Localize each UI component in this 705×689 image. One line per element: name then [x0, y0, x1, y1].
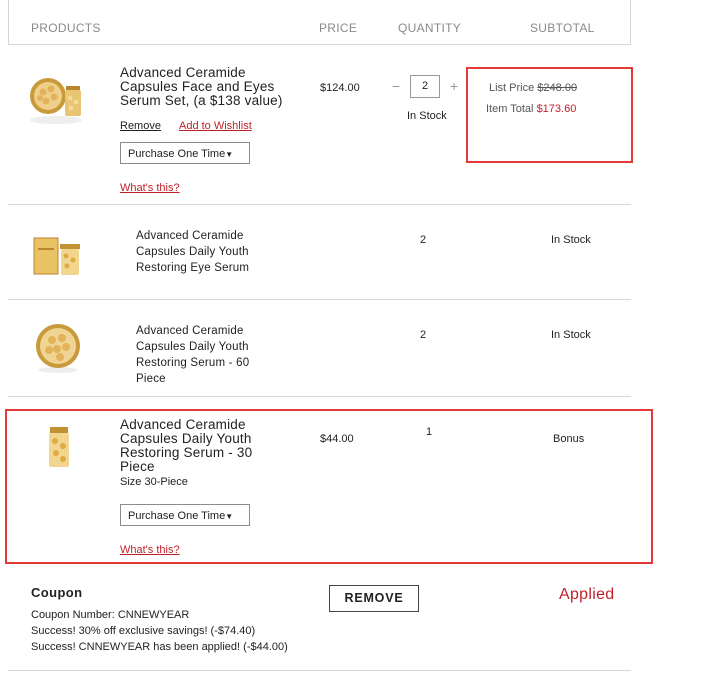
row-divider-1 [8, 204, 631, 205]
coupon-success-1: Success! 30% off exclusive savings! (-$7… [31, 625, 256, 637]
coupon-number: Coupon Number: CNNEWYEAR [31, 609, 190, 621]
item1-stock: In Stock [407, 110, 447, 122]
item4-qty: 1 [426, 426, 433, 438]
header-products: PRODUCTS [31, 21, 101, 35]
item2-stock: In Stock [551, 234, 591, 246]
qty-increase-button[interactable]: + [450, 78, 458, 94]
table-right-border [630, 0, 631, 44]
header-divider [8, 44, 631, 45]
product-image-serum-60[interactable] [33, 322, 83, 374]
item1-purchase-select-value: Purchase One Time [128, 148, 226, 160]
item1-whats-this-link[interactable]: What's this? [120, 182, 180, 194]
item4-size: Size 30-Piece [120, 476, 188, 488]
item1-purchase-select[interactable]: Purchase One Time▼ [120, 142, 250, 164]
product-image-set[interactable] [26, 68, 86, 126]
item4-purchase-select[interactable]: Purchase One Time▼ [120, 504, 250, 526]
item2-title[interactable]: Advanced Ceramide Capsules Daily Youth R… [136, 228, 266, 276]
item4-whats-this-link[interactable]: What's this? [120, 544, 180, 556]
coupon-divider [8, 670, 631, 671]
item1-title[interactable]: Advanced Ceramide Capsules Face and Eyes… [120, 66, 305, 108]
header-quantity: QUANTITY [398, 21, 462, 35]
header-subtotal: SUBTOTAL [530, 21, 595, 35]
item4-purchase-select-value: Purchase One Time [128, 510, 226, 522]
chevron-down-icon: ▼ [225, 512, 234, 521]
item1-wishlist-link[interactable]: Add to Wishlist [179, 120, 252, 132]
item4-price: $44.00 [320, 433, 354, 445]
item1-remove-link[interactable]: Remove [120, 120, 161, 132]
chevron-down-icon: ▼ [225, 150, 234, 159]
item3-qty: 2 [420, 329, 427, 341]
coupon-success-2: Success! CNNEWYEAR has been applied! (-$… [31, 641, 288, 653]
item-total-value: $173.60 [536, 103, 577, 115]
item1-price: $124.00 [320, 82, 360, 94]
item-total: Item Total $173.60 [486, 103, 576, 115]
row-divider-2 [8, 299, 631, 300]
coupon-applied-status: Applied [559, 586, 615, 603]
item3-stock: In Stock [551, 329, 591, 341]
product-image-serum-30[interactable] [45, 425, 73, 473]
remove-coupon-button[interactable]: REMOVE [329, 585, 419, 612]
qty-decrease-button[interactable]: − [392, 78, 400, 94]
item-total-label: Item Total [486, 103, 534, 115]
item3-title[interactable]: Advanced Ceramide Capsules Daily Youth R… [136, 323, 266, 387]
item2-qty: 2 [420, 234, 427, 246]
coupon-heading: Coupon [31, 585, 83, 600]
list-price-label: List Price [489, 82, 535, 94]
table-left-border [8, 0, 9, 44]
item1-qty-input[interactable]: 2 [410, 75, 440, 98]
list-price: List Price $248.00 [489, 82, 577, 94]
product-image-eye-serum[interactable] [30, 230, 88, 280]
item4-status: Bonus [553, 433, 585, 445]
header-price: PRICE [319, 21, 358, 35]
item4-title[interactable]: Advanced Ceramide Capsules Daily Youth R… [120, 418, 280, 474]
list-price-value: $248.00 [537, 82, 578, 94]
row-divider-3 [8, 396, 631, 397]
